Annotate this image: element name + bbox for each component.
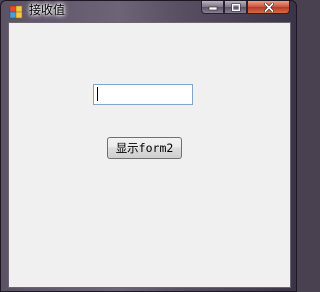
caption-buttons (201, 1, 290, 14)
text-caret (97, 87, 98, 101)
minimize-button[interactable] (201, 1, 224, 14)
show-form2-button[interactable]: 显示form2 (107, 137, 182, 159)
app-icon[interactable] (9, 4, 23, 19)
close-button[interactable] (247, 1, 290, 14)
title-bar[interactable]: 接收值 (1, 1, 296, 21)
maximize-icon (230, 2, 241, 12)
form-client-area: 显示form2 (8, 22, 291, 288)
maximize-button[interactable] (224, 1, 247, 14)
minimize-icon (208, 6, 217, 11)
app-window: 接收值 显示form2 (0, 0, 297, 292)
value-input[interactable] (93, 84, 193, 105)
close-icon (263, 2, 274, 12)
window-title: 接收值 (29, 3, 66, 17)
